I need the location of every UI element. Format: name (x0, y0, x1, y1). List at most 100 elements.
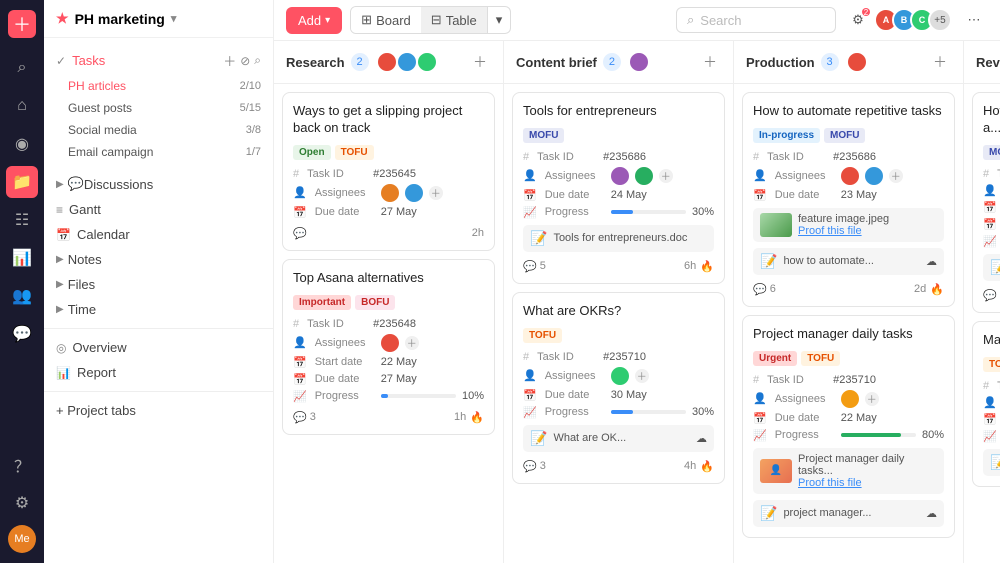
task-id-2: #235648 (373, 318, 416, 330)
card-tools-entrepreneurs[interactable]: Tools for entrepreneurs MOFU # Task ID #… (512, 92, 725, 284)
card-row-taskid-2: # Task ID #235648 (293, 318, 484, 330)
content-brief-avatars (629, 52, 649, 72)
arrow-right-icon-4: ▶ (56, 304, 64, 315)
sidebar-item-email-campaign[interactable]: Email campaign 1/7 (68, 141, 273, 163)
nav-chat[interactable]: 💬 (6, 318, 38, 350)
add-card-research[interactable]: ＋ (469, 51, 491, 73)
add-assignee-5[interactable]: ＋ (889, 169, 903, 183)
progress-val-4: 30% (692, 406, 714, 418)
add-button[interactable]: Add ▾ (286, 7, 342, 34)
card-making-mistakes[interactable]: Making mistak... TOFU # Task ID 👤 Assign… (972, 321, 1000, 487)
progress-val-6: 80% (922, 429, 944, 441)
nav-help[interactable]: ？ (6, 449, 38, 481)
overview-icon: ◎ (56, 341, 66, 355)
sidebar-item-tasks[interactable]: ✓ Tasks ＋ ⊘ ⌕ (44, 46, 273, 75)
card-how-to-better[interactable]: How to better h... deadlines as a... MOF… (972, 92, 1000, 313)
comment-count-2: 3 (310, 411, 316, 423)
nav-projects[interactable]: 📁 (6, 166, 38, 198)
attachment-details-6: Project manager daily tasks... Proof thi… (798, 453, 937, 489)
card-row-progress-6: 📈 Progress 80% (753, 429, 944, 442)
sidebar-item-time[interactable]: ▶ Time (44, 297, 273, 322)
filter-icon[interactable]: ⊘ (240, 54, 250, 68)
research-cards: Ways to get a slipping project back on t… (274, 84, 503, 563)
calendar-icon-2: 📅 (293, 356, 307, 369)
global-add-button[interactable]: ＋ (8, 10, 36, 38)
sidebar-item-ph-articles[interactable]: PH articles 2/10 (68, 75, 273, 97)
sidebar-item-files[interactable]: ▶ Files (44, 272, 273, 297)
column-content-brief-header: Content brief 2 ＋ (504, 41, 733, 84)
card-title-7: How to better h... deadlines as a... (983, 103, 1000, 137)
add-assignee-3[interactable]: ＋ (659, 169, 673, 183)
sidebar-item-calendar[interactable]: 📅 Calendar (44, 222, 273, 247)
calendar-icon-4: 📅 (523, 389, 537, 402)
calendar-icon-8d: 📅 (983, 413, 997, 426)
card-row-duedate-6: 📅 Due date 22 May (753, 412, 944, 425)
table-icon: ⊟ (431, 12, 442, 28)
filter-button[interactable]: ⚙ 2 (844, 6, 872, 34)
nav-reports[interactable]: 📊 (6, 242, 38, 274)
card-top-asana[interactable]: Top Asana alternatives Important BOFU # … (282, 259, 495, 435)
sidebar-item-gantt[interactable]: ≡ Gantt (44, 197, 273, 222)
due-date-1: 27 May (381, 206, 417, 218)
person-icon-3: 👤 (523, 169, 537, 182)
hash-icon-5: # (753, 151, 759, 163)
research-count: 2 (351, 53, 369, 71)
task-id-6: #235710 (833, 374, 876, 386)
sidebar-item-discussions[interactable]: ▶ 💬 Discussions (44, 171, 273, 197)
card-title-4: What are OKRs? (523, 303, 714, 320)
card-comments-3: 💬 5 (523, 260, 546, 273)
attachment-filename-6: Project manager daily tasks... (798, 453, 937, 477)
view-more-button[interactable]: ▾ (487, 7, 511, 33)
nav-settings[interactable]: ⚙ (6, 487, 38, 519)
tasks-section: ✓ Tasks ＋ ⊘ ⌕ PH articles 2/10 Guest pos… (44, 38, 273, 171)
sidebar-item-guest-posts[interactable]: Guest posts 5/15 (68, 97, 273, 119)
nav-home[interactable]: ⌂ (6, 90, 38, 122)
avatar-count: +5 (928, 8, 952, 32)
board-view-button[interactable]: ⊞ Board (351, 7, 421, 33)
sidebar-item-social-media[interactable]: Social media 3/8 (68, 119, 273, 141)
add-assignee-2[interactable]: ＋ (405, 336, 419, 350)
nav-everything[interactable]: ☷ (6, 204, 38, 236)
table-view-button[interactable]: ⊟ Table (421, 7, 487, 33)
prod-avatar-1 (847, 52, 867, 72)
calendar-icon-7d: 📅 (983, 218, 997, 231)
sidebar-item-overview[interactable]: ◎ Overview (44, 335, 273, 360)
add-card-prod[interactable]: ＋ (929, 51, 951, 73)
card-assignee-3b (635, 167, 653, 185)
user-avatar[interactable]: Me (8, 525, 36, 553)
nav-notifications[interactable]: ◉ (6, 128, 38, 160)
nav-search[interactable]: ⌕ (6, 52, 38, 84)
card-automate-tasks[interactable]: How to automate repetitive tasks In-prog… (742, 92, 955, 307)
due-date-4: 30 May (611, 389, 647, 401)
card-ways-to-get[interactable]: Ways to get a slipping project back on t… (282, 92, 495, 251)
sidebar-item-report[interactable]: 📊 Report (44, 360, 273, 385)
hash-icon-7: # (983, 168, 989, 180)
more-options-button[interactable]: ⋯ (960, 6, 988, 34)
search-tasks-icon[interactable]: ⌕ (254, 53, 261, 68)
add-task-icon[interactable]: ＋ (223, 51, 236, 70)
column-review: Review 2 ＋ How to better h... deadlines … (964, 41, 1000, 563)
add-assignee-4[interactable]: ＋ (635, 369, 649, 383)
hash-icon-2: # (293, 318, 299, 330)
research-title: Research (286, 55, 345, 70)
card-tags-7: MOFU (983, 145, 1000, 160)
add-card-cb[interactable]: ＋ (699, 51, 721, 73)
nav-people[interactable]: 👥 (6, 280, 38, 312)
add-assignee-1[interactable]: ＋ (429, 186, 443, 200)
card-project-manager[interactable]: Project manager daily tasks Urgent TOFU … (742, 315, 955, 538)
sidebar-item-project-tabs[interactable]: + Project tabs (44, 398, 273, 423)
card-tags-4: TOFU (523, 328, 714, 343)
sidebar-item-notes[interactable]: ▶ Notes (44, 247, 273, 272)
proof-link-6[interactable]: Proof this file (798, 477, 937, 489)
sidebar-project-header[interactable]: ★ PH marketing ▾ (44, 0, 273, 38)
search-bar[interactable]: ⌕ Search (676, 7, 836, 33)
board-label: Board (376, 13, 411, 28)
assignee-avatars[interactable]: A B C +5 (880, 8, 952, 32)
add-assignee-6[interactable]: ＋ (865, 392, 879, 406)
card-what-are-okrs[interactable]: What are OKRs? TOFU # Task ID #235710 👤 … (512, 292, 725, 484)
discussions-icon: 💬 (68, 176, 84, 192)
tag-urgent-6: Urgent (753, 351, 797, 366)
progress-bar-fill-2 (381, 394, 389, 398)
proof-link-5[interactable]: Proof this file (798, 225, 889, 237)
card-row-duedate-3: 📅 Due date 24 May (523, 189, 714, 202)
